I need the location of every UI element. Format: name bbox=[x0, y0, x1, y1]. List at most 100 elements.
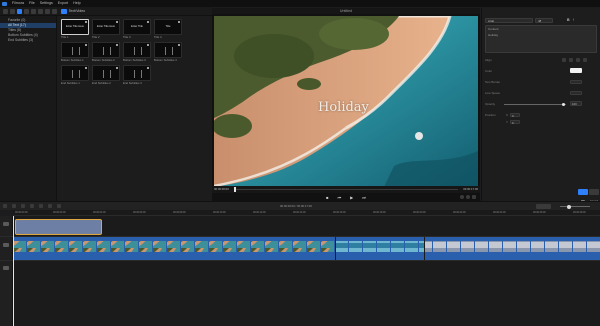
next-frame-button[interactable]: ⏭ bbox=[362, 195, 366, 200]
text-border-input[interactable] bbox=[570, 80, 582, 84]
align-justify-icon[interactable] bbox=[583, 58, 587, 62]
template-title-4[interactable]: Title bbox=[154, 19, 182, 35]
stop-button[interactable]: ■ bbox=[326, 195, 328, 200]
text-tab-icon[interactable] bbox=[17, 8, 22, 14]
favorite-icon[interactable] bbox=[147, 44, 149, 46]
favorite-icon[interactable] bbox=[116, 21, 118, 23]
split-icon[interactable] bbox=[21, 204, 25, 208]
favorite-icon[interactable] bbox=[85, 67, 87, 69]
effects-tab-icon[interactable] bbox=[31, 8, 36, 14]
volume-icon[interactable] bbox=[466, 195, 470, 199]
font-size-select[interactable]: 48 bbox=[535, 18, 553, 23]
color-swatch[interactable] bbox=[570, 68, 582, 73]
template-name: End Subtitles 1 bbox=[61, 81, 80, 85]
preview-scrubber[interactable] bbox=[234, 189, 458, 190]
audio-icon[interactable] bbox=[57, 204, 61, 208]
favorite-icon[interactable] bbox=[85, 44, 87, 46]
opacity-slider[interactable] bbox=[504, 104, 566, 105]
menu-settings[interactable]: Settings bbox=[40, 1, 53, 6]
text-video-icon bbox=[61, 8, 67, 14]
audio-track-icon[interactable] bbox=[3, 266, 9, 270]
zoom-slider[interactable] bbox=[560, 206, 590, 207]
line-space-input[interactable] bbox=[570, 91, 582, 95]
opacity-slider-handle[interactable] bbox=[562, 102, 566, 106]
text-clip[interactable] bbox=[15, 219, 102, 235]
align-right-icon[interactable] bbox=[576, 58, 580, 62]
prev-frame-button[interactable]: ⏮ bbox=[338, 195, 342, 200]
opacity-input[interactable]: 100 bbox=[570, 101, 582, 106]
text-overlay[interactable]: Holiday bbox=[318, 100, 369, 115]
favorite-icon[interactable] bbox=[147, 21, 149, 23]
favorite-icon[interactable] bbox=[147, 67, 149, 69]
template-end-subtitles-1[interactable] bbox=[61, 65, 89, 81]
italic-button[interactable]: I bbox=[573, 18, 574, 23]
category-end-subtitles[interactable]: End Subtitles (3) bbox=[0, 38, 56, 43]
timeline-tools bbox=[3, 204, 61, 208]
template-end-subtitles-2[interactable] bbox=[92, 65, 120, 81]
current-time: 00:00:00:00 bbox=[214, 187, 229, 191]
favorite-icon[interactable] bbox=[116, 67, 118, 69]
template-bottom-subtitles-2[interactable] bbox=[92, 42, 120, 58]
template-name: Bottom Subtitles 3 bbox=[123, 58, 146, 62]
media-tab-icon[interactable] bbox=[3, 8, 8, 14]
ok-button[interactable]: OK bbox=[578, 189, 588, 203]
align-buttons bbox=[562, 58, 587, 62]
track-headers bbox=[0, 216, 13, 326]
position-x-input[interactable]: 0 bbox=[510, 113, 520, 118]
font-select[interactable]: Arial bbox=[485, 18, 533, 23]
text-properties-panel: Arial 48 B I Content Holiday Align Color… bbox=[481, 8, 600, 203]
text-track-icon[interactable] bbox=[3, 222, 9, 226]
template-bottom-subtitles-3[interactable] bbox=[123, 42, 151, 58]
template-title-1[interactable]: Enter Title Here bbox=[61, 19, 89, 35]
menu-file[interactable]: File bbox=[29, 1, 35, 6]
elements-tab-icon[interactable] bbox=[38, 8, 43, 14]
position-y-label: Y bbox=[506, 120, 509, 124]
audio-tab-icon[interactable] bbox=[10, 8, 15, 14]
crop-icon[interactable] bbox=[30, 204, 34, 208]
fullscreen-icon[interactable] bbox=[472, 195, 476, 199]
cancel-button[interactable]: Cancel bbox=[589, 189, 599, 203]
scrubber-handle[interactable] bbox=[234, 187, 236, 192]
delete-icon[interactable] bbox=[12, 204, 16, 208]
snapshot-icon[interactable] bbox=[460, 195, 464, 199]
speed-icon[interactable] bbox=[39, 204, 43, 208]
export-tab-icon[interactable] bbox=[52, 8, 57, 14]
template-name: Bottom Subtitles 1 bbox=[61, 58, 84, 62]
text-video-tab[interactable]: Text/Video bbox=[59, 8, 87, 14]
template-bottom-subtitles-4[interactable] bbox=[154, 42, 182, 58]
undo-icon[interactable] bbox=[3, 204, 7, 208]
text-template-grid: Enter Title Here Title 1 Enter Title Her… bbox=[58, 16, 212, 201]
template-name: Title 3 bbox=[123, 35, 131, 39]
favorite-icon[interactable] bbox=[116, 44, 118, 46]
menu-app[interactable]: Filmora bbox=[12, 1, 24, 6]
template-bottom-subtitles-1[interactable] bbox=[61, 42, 89, 58]
category-panel: Favorite (0) All Text (17) Titles (8) Bo… bbox=[0, 16, 57, 201]
transition-tab-icon[interactable] bbox=[24, 8, 29, 14]
favorite-icon[interactable] bbox=[85, 21, 87, 23]
align-left-icon[interactable] bbox=[562, 58, 566, 62]
timeline-playhead[interactable] bbox=[13, 216, 14, 326]
zoom-slider-handle[interactable] bbox=[567, 204, 571, 209]
favorite-icon[interactable] bbox=[178, 44, 180, 46]
menu-help[interactable]: Help bbox=[73, 1, 80, 6]
color-icon[interactable] bbox=[48, 204, 52, 208]
align-center-icon[interactable] bbox=[569, 58, 573, 62]
menu-export[interactable]: Export bbox=[58, 1, 68, 6]
video-track-icon[interactable] bbox=[3, 243, 9, 247]
template-end-subtitles-3[interactable] bbox=[123, 65, 151, 81]
favorite-icon[interactable] bbox=[178, 21, 180, 23]
text-content-field[interactable]: Content Holiday bbox=[485, 25, 597, 53]
template-title-3[interactable]: Enter Title bbox=[123, 19, 151, 35]
total-time: 00:00:17:00 bbox=[463, 187, 478, 191]
export-button[interactable]: Export bbox=[536, 204, 551, 218]
video-clip[interactable] bbox=[13, 237, 600, 260]
play-button[interactable]: ▶ bbox=[350, 195, 353, 200]
align-label: Align bbox=[485, 58, 492, 62]
bold-button[interactable]: B bbox=[567, 18, 570, 23]
template-name: End Subtitles 2 bbox=[92, 81, 111, 85]
split-tab-icon[interactable] bbox=[45, 8, 50, 14]
template-title-2[interactable]: Enter Title Here bbox=[92, 19, 120, 35]
line-space-label: Line Space bbox=[485, 91, 501, 95]
video-preview[interactable]: Holiday bbox=[214, 16, 478, 187]
position-y-input[interactable]: 0 bbox=[510, 120, 520, 125]
